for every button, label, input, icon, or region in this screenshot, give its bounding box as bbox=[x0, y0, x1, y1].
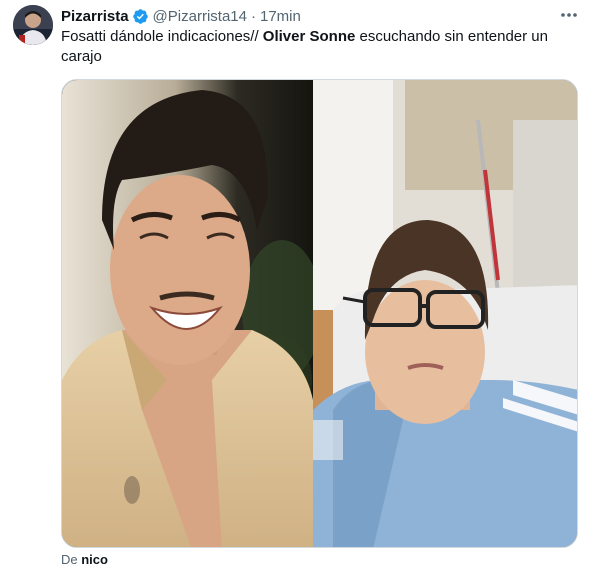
tweet-text: Fosatti dándole indicaciones// Oliver So… bbox=[61, 27, 581, 67]
tweet-text-mention: Oliver Sonne bbox=[262, 28, 356, 45]
display-name[interactable]: Pizarrista bbox=[61, 8, 129, 25]
attribution-user[interactable]: nico bbox=[81, 552, 108, 567]
tweet-header: Pizarrista @Pizarrista14 · 17min bbox=[61, 6, 301, 26]
more-horizontal-icon bbox=[561, 13, 577, 17]
more-options-button[interactable] bbox=[556, 4, 582, 26]
avatar-image bbox=[13, 5, 53, 45]
tweet-text-start: Fosatti dándole indicaciones// bbox=[61, 28, 263, 45]
user-handle[interactable]: @Pizarrista14 bbox=[153, 8, 247, 25]
timestamp[interactable]: 17min bbox=[260, 8, 301, 25]
tweet[interactable]: Pizarrista @Pizarrista14 · 17min Fosatti… bbox=[0, 0, 597, 577]
video-right-panel bbox=[313, 80, 577, 547]
avatar[interactable] bbox=[13, 5, 53, 45]
separator-dot: · bbox=[250, 7, 256, 25]
video-attribution: De nico bbox=[61, 552, 108, 567]
verified-badge-icon bbox=[132, 8, 148, 24]
right-person-image bbox=[313, 80, 577, 547]
video-left-panel bbox=[62, 80, 313, 547]
tweet-video[interactable] bbox=[61, 79, 578, 548]
attribution-prefix: De bbox=[61, 552, 82, 567]
left-person-image bbox=[62, 80, 313, 547]
